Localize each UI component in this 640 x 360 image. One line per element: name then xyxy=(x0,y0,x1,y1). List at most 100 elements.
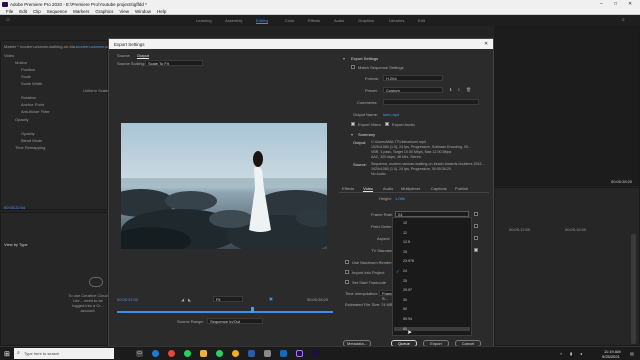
media-encoder-icon[interactable] xyxy=(312,350,319,357)
menu-sequence[interactable]: Sequence xyxy=(47,8,67,15)
chrome-browser-icon[interactable] xyxy=(168,350,175,357)
frame-rate-checkbox[interactable] xyxy=(474,212,478,216)
prop-time-remapping[interactable]: Time Remapping xyxy=(15,145,45,150)
match-sequence-checkbox[interactable] xyxy=(351,65,355,69)
source-range-dropdown[interactable]: Sequence In/Out xyxy=(207,318,263,324)
taskbar-search-box[interactable]: ⌕ Type here to search xyxy=(14,348,114,359)
workspace-tab-assembly[interactable]: Assembly xyxy=(225,18,242,23)
settings-tab-audio[interactable]: Audio xyxy=(383,186,393,191)
menu-window[interactable]: Window xyxy=(135,8,151,15)
frame-rate-option[interactable]: 12.5 xyxy=(403,240,410,244)
timeline-scrollbar[interactable] xyxy=(631,234,636,344)
workspace-tab-color[interactable]: Color xyxy=(285,18,295,23)
settings-tab-publish[interactable]: Publish xyxy=(455,186,468,191)
menu-graphics[interactable]: Graphics xyxy=(95,8,113,15)
comments-field[interactable] xyxy=(383,99,479,105)
frame-rate-option[interactable]: 59.94 xyxy=(403,317,412,321)
prop-motion[interactable]: Motion xyxy=(15,60,27,65)
export-settings-collapse-icon[interactable]: ▾ xyxy=(343,56,345,61)
frame-rate-option[interactable]: 60 xyxy=(394,326,470,331)
save-preset-icon[interactable]: ⬇ xyxy=(449,87,452,92)
preview-scrubber[interactable] xyxy=(117,311,333,313)
tab-source[interactable]: Source xyxy=(117,53,130,58)
chrome-browser-icon-2[interactable] xyxy=(232,350,239,357)
minimize-button[interactable]: – xyxy=(600,1,603,7)
premiere-taskbar-icon[interactable] xyxy=(296,350,303,357)
menu-help[interactable]: Help xyxy=(157,8,166,15)
workspace-tab-effects[interactable]: Effects xyxy=(308,18,320,23)
home-icon[interactable]: ⌂ xyxy=(6,17,10,23)
export-audio-checkbox[interactable] xyxy=(385,122,389,126)
settings-tab-multiplexer[interactable]: Multiplexer xyxy=(401,186,420,191)
set-out-point-icon[interactable]: ◣ xyxy=(188,297,191,302)
workspace-tab-graphics[interactable]: Graphics xyxy=(358,18,374,23)
tray-chevron-icon[interactable]: ˄ xyxy=(560,351,562,356)
frame-rate-option[interactable]: 10 xyxy=(403,221,407,225)
preset-dropdown[interactable]: Custom xyxy=(383,87,443,93)
workspace-tab-learning[interactable]: Learning xyxy=(196,18,212,23)
frame-rate-option[interactable]: 12 xyxy=(403,231,407,235)
uniform-scale-label[interactable]: Uniform Scale xyxy=(83,88,108,93)
prop-opacity-group[interactable]: Opacity xyxy=(15,117,29,122)
set-in-point-icon[interactable]: ◢ xyxy=(181,297,184,302)
mail-icon[interactable] xyxy=(248,350,255,357)
frame-rate-option[interactable]: 30 xyxy=(403,298,407,302)
view-by-type[interactable]: View by Type xyxy=(4,242,28,247)
field-order-checkbox[interactable] xyxy=(474,224,478,228)
frame-rate-option[interactable]: 15 xyxy=(403,250,407,254)
workspace-tab-audio[interactable]: Audio xyxy=(334,18,344,23)
aspect-toggle-icon[interactable]: ▣ xyxy=(269,296,273,301)
playhead-handle[interactable] xyxy=(251,307,254,313)
frame-rate-option[interactable]: 29.97 xyxy=(403,288,412,292)
whatsapp-icon[interactable] xyxy=(216,350,223,357)
delete-preset-icon[interactable]: 🗑 xyxy=(466,87,471,92)
summary-header: Summary xyxy=(358,132,376,137)
import-into-project-checkbox[interactable] xyxy=(345,270,349,274)
edge-browser-icon[interactable] xyxy=(152,350,159,357)
dialog-close-icon[interactable]: ✕ xyxy=(484,41,488,47)
menu-markers[interactable]: Markers xyxy=(73,8,89,15)
maximize-button[interactable]: □ xyxy=(614,1,617,7)
menu-file[interactable]: File xyxy=(6,8,13,15)
fit-dropdown[interactable]: Fit xyxy=(213,296,243,302)
export-video-checkbox[interactable] xyxy=(351,122,355,126)
workspace-tab-edit[interactable]: Edit xyxy=(418,18,425,23)
close-button[interactable]: ✕ xyxy=(628,1,632,7)
max-render-quality-checkbox[interactable] xyxy=(345,260,349,264)
menu-view[interactable]: View xyxy=(119,8,129,15)
task-view-icon[interactable]: ▭ xyxy=(136,350,143,357)
frame-rate-option[interactable]: 50 xyxy=(403,307,407,311)
import-preset-icon[interactable]: ⇩ xyxy=(457,87,460,92)
height-value[interactable]: 1,080 xyxy=(395,196,405,201)
search-icon[interactable]: ⌕ xyxy=(622,17,625,23)
workspace-tab-libraries[interactable]: Libraries xyxy=(389,18,404,23)
frame-rate-option[interactable]: 24 xyxy=(403,269,407,273)
aspect-checkbox[interactable] xyxy=(474,236,478,240)
summary-collapse-icon[interactable]: ▾ xyxy=(351,132,353,137)
spotify-icon[interactable] xyxy=(184,350,191,357)
settings-tab-captions[interactable]: Captions xyxy=(431,186,447,191)
set-start-timecode-checkbox[interactable] xyxy=(345,280,349,284)
clock-date[interactable]: 9/25/2021 xyxy=(602,354,620,359)
format-dropdown[interactable]: H.264 xyxy=(383,75,443,81)
notifications-icon[interactable]: ▤ xyxy=(630,351,634,356)
tv-standard-checkbox[interactable] xyxy=(474,248,478,252)
time-interpolation-label: Time Interpolation: xyxy=(345,291,378,296)
file-explorer-icon[interactable] xyxy=(200,350,207,357)
tab-output[interactable]: Output xyxy=(137,53,150,59)
network-icon[interactable]: ▮ xyxy=(570,351,572,356)
settings-tab-video[interactable]: Video xyxy=(363,186,374,192)
workspace-tab-editing[interactable]: Editing xyxy=(256,18,269,24)
settings-tab-effects[interactable]: Effects xyxy=(342,186,354,191)
output-name-link[interactable]: lumi.mp4 xyxy=(383,112,399,117)
menu-edit[interactable]: Edit xyxy=(19,8,27,15)
frame-rate-option[interactable]: 23.976 xyxy=(403,259,414,263)
source-scaling-dropdown[interactable]: Scale To Fit xyxy=(145,60,203,66)
menu-clip[interactable]: Clip xyxy=(33,8,41,15)
volume-icon[interactable]: ◂ xyxy=(580,351,582,356)
store-icon[interactable] xyxy=(264,350,271,357)
frame-rate-option[interactable]: 25 xyxy=(403,279,407,283)
chat-icon[interactable] xyxy=(280,350,287,357)
cloud-icon xyxy=(89,277,103,287)
windows-start-icon[interactable]: ⊞ xyxy=(4,350,10,358)
